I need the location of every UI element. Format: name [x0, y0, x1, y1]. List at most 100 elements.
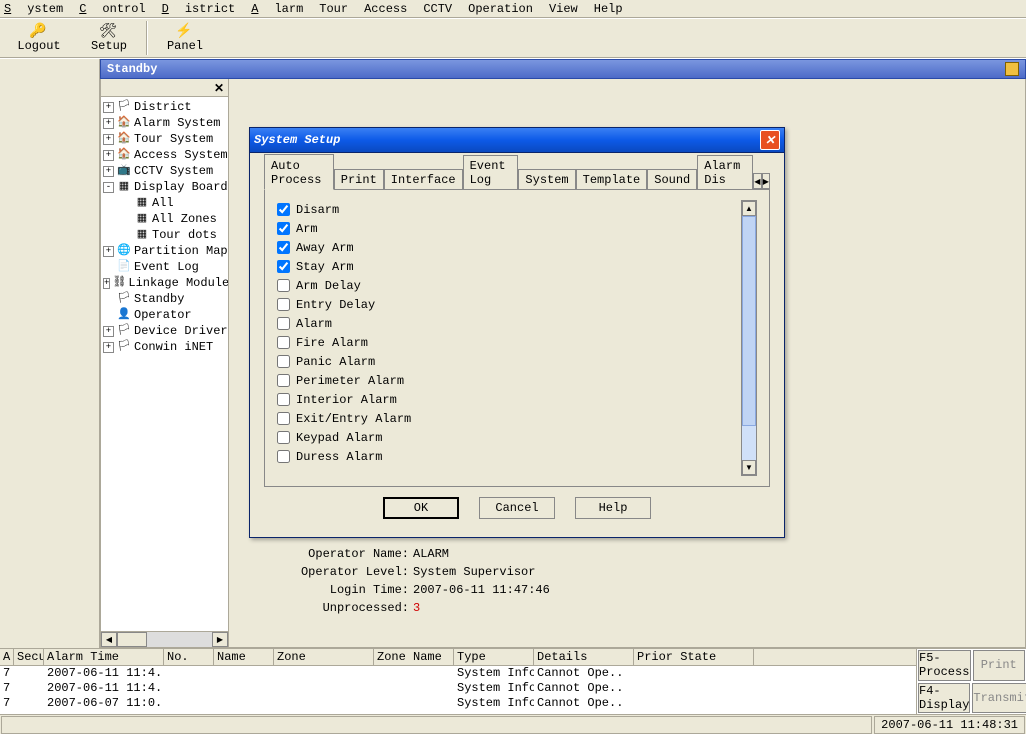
check-interior-alarm[interactable]: Interior Alarm	[277, 390, 741, 409]
check-arm[interactable]: Arm	[277, 219, 741, 238]
menu-control[interactable]: Control	[79, 2, 145, 16]
panel-button[interactable]: ⚡ Panel	[150, 19, 220, 57]
grid-col-header[interactable]: Secu	[14, 649, 44, 665]
expand-icon[interactable]: +	[103, 150, 114, 161]
f4-display-button[interactable]: F4-Display	[918, 683, 970, 714]
tree-node[interactable]: +🏳District	[101, 99, 228, 115]
checkbox[interactable]	[277, 279, 290, 292]
scroll-left-icon[interactable]: ◀	[101, 632, 117, 647]
grid-col-header[interactable]: Type	[454, 649, 534, 665]
checklist-v-scrollbar[interactable]: ▲ ▼	[741, 200, 757, 476]
check-stay-arm[interactable]: Stay Arm	[277, 257, 741, 276]
tree-close-button[interactable]: ✕	[101, 79, 228, 97]
tab-print[interactable]: Print	[334, 169, 384, 189]
check-keypad-alarm[interactable]: Keypad Alarm	[277, 428, 741, 447]
grid-col-header[interactable]: Zone	[274, 649, 374, 665]
checkbox[interactable]	[277, 203, 290, 216]
grid-row[interactable]: 72007-06-11 11:4..System InfoCannot Ope.…	[0, 666, 916, 681]
tree-node[interactable]: 📄Event Log	[101, 259, 228, 275]
expand-icon[interactable]: +	[103, 342, 114, 353]
f5-process-button[interactable]: F5-Process	[918, 650, 971, 681]
checkbox[interactable]	[277, 222, 290, 235]
check-disarm[interactable]: Disarm	[277, 200, 741, 219]
menu-cctv[interactable]: CCTV	[423, 2, 452, 16]
check-away-arm[interactable]: Away Arm	[277, 238, 741, 257]
grid-col-header[interactable]: A	[0, 649, 14, 665]
scroll-thumb[interactable]	[742, 216, 756, 426]
tree-node[interactable]: +🏳Conwin iNET	[101, 339, 228, 355]
scroll-up-icon[interactable]: ▲	[742, 201, 756, 216]
tree-node[interactable]: +🌐Partition Map	[101, 243, 228, 259]
expand-icon[interactable]: +	[103, 134, 114, 145]
tab-alarm-dis[interactable]: Alarm Dis	[697, 155, 753, 189]
menu-system[interactable]: System	[4, 2, 63, 16]
dialog-close-button[interactable]: ✕	[760, 130, 780, 150]
checkbox[interactable]	[277, 336, 290, 349]
tree-node[interactable]: -▦Display Board	[101, 179, 228, 195]
cancel-button[interactable]: Cancel	[479, 497, 555, 519]
tree-node[interactable]: 🏳Standby	[101, 291, 228, 307]
tab-interface[interactable]: Interface	[384, 169, 463, 189]
check-duress-alarm[interactable]: Duress Alarm	[277, 447, 741, 466]
expand-icon[interactable]: +	[103, 326, 114, 337]
expand-icon[interactable]: +	[103, 246, 114, 257]
tree-node[interactable]: ▦Tour dots	[101, 227, 228, 243]
tree-node[interactable]: +🏳Device Driver	[101, 323, 228, 339]
nav-tree[interactable]: +🏳District+🏠Alarm System+🏠Tour System+🏠A…	[101, 97, 228, 631]
checkbox[interactable]	[277, 431, 290, 444]
grid-col-header[interactable]: Name	[214, 649, 274, 665]
grid-col-header[interactable]: Details	[534, 649, 634, 665]
tab-nav-left-icon[interactable]: ◀	[753, 173, 761, 189]
tab-sound[interactable]: Sound	[647, 169, 697, 189]
check-fire-alarm[interactable]: Fire Alarm	[277, 333, 741, 352]
tab-nav-right-icon[interactable]: ▶	[762, 173, 770, 189]
expand-icon[interactable]: +	[103, 102, 114, 113]
setup-button[interactable]: 🛠 Setup	[74, 19, 144, 57]
checkbox[interactable]	[277, 412, 290, 425]
expand-icon[interactable]: +	[103, 278, 110, 289]
checkbox[interactable]	[277, 317, 290, 330]
tab-system[interactable]: System	[518, 169, 575, 189]
grid-col-header[interactable]: Prior State	[634, 649, 754, 665]
check-panic-alarm[interactable]: Panic Alarm	[277, 352, 741, 371]
grid-col-header[interactable]: Zone Name	[374, 649, 454, 665]
check-entry-delay[interactable]: Entry Delay	[277, 295, 741, 314]
logout-button[interactable]: 🔑 Logout	[4, 19, 74, 57]
menu-alarm[interactable]: Alarm	[251, 2, 303, 16]
check-perimeter-alarm[interactable]: Perimeter Alarm	[277, 371, 741, 390]
scroll-down-icon[interactable]: ▼	[742, 460, 756, 475]
menu-district[interactable]: District	[162, 2, 236, 16]
scroll-thumb[interactable]	[117, 632, 147, 647]
expand-icon[interactable]: +	[103, 166, 114, 177]
tree-node[interactable]: ▦All Zones	[101, 211, 228, 227]
checkbox[interactable]	[277, 241, 290, 254]
tab-event-log[interactable]: Event Log	[463, 155, 519, 189]
menu-operation[interactable]: Operation	[468, 2, 533, 16]
print-button[interactable]: Print	[973, 650, 1026, 681]
menu-access[interactable]: Access	[364, 2, 407, 16]
collapse-icon[interactable]: -	[103, 182, 114, 193]
check-alarm[interactable]: Alarm	[277, 314, 741, 333]
help-button[interactable]: Help	[575, 497, 651, 519]
tree-node[interactable]: +⛓Linkage Module	[101, 275, 228, 291]
menu-tour[interactable]: Tour	[319, 2, 348, 16]
check-exit-entry-alarm[interactable]: Exit/Entry Alarm	[277, 409, 741, 428]
tree-node[interactable]: +🏠Access System	[101, 147, 228, 163]
dialog-titlebar[interactable]: System Setup ✕	[250, 128, 784, 153]
tree-h-scrollbar[interactable]: ◀ ▶	[101, 631, 228, 647]
tab-auto-process[interactable]: Auto Process	[264, 154, 334, 190]
grid-col-header[interactable]: No.	[164, 649, 214, 665]
check-arm-delay[interactable]: Arm Delay	[277, 276, 741, 295]
scroll-right-icon[interactable]: ▶	[212, 632, 228, 647]
checkbox[interactable]	[277, 450, 290, 463]
grid-row[interactable]: 72007-06-07 11:0..System InfoCannot Ope.…	[0, 696, 916, 711]
menu-view[interactable]: View	[549, 2, 578, 16]
ok-button[interactable]: OK	[383, 497, 459, 519]
checkbox[interactable]	[277, 260, 290, 273]
checkbox[interactable]	[277, 355, 290, 368]
grid-row[interactable]: 72007-06-11 11:4..System InfoCannot Ope.…	[0, 681, 916, 696]
tree-node[interactable]: +📺CCTV System	[101, 163, 228, 179]
tab-template[interactable]: Template	[576, 169, 648, 189]
checkbox[interactable]	[277, 374, 290, 387]
tree-node[interactable]: ▦All	[101, 195, 228, 211]
